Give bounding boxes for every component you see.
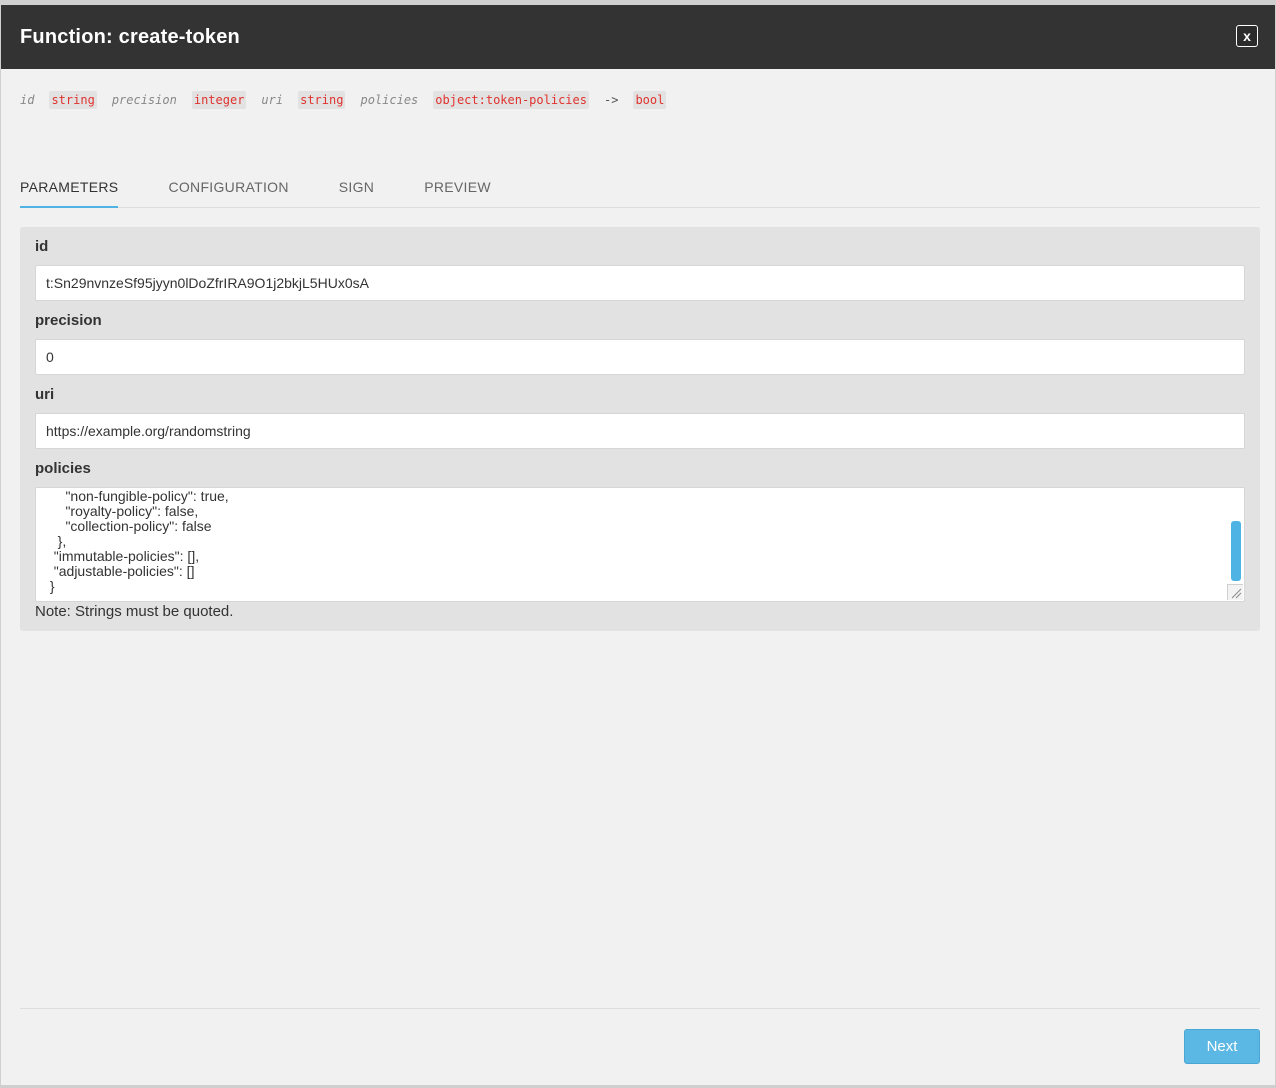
uri-input[interactable] (35, 413, 1245, 449)
param-name-uri: uri (261, 93, 284, 107)
tab-bar: PARAMETERS CONFIGURATION SIGN PREVIEW (20, 168, 1260, 208)
dialog-title: Function: create-token (20, 25, 240, 48)
parameters-panel: id precision uri policies "non-fungible-… (20, 227, 1260, 631)
tab-configuration[interactable]: CONFIGURATION (168, 168, 288, 206)
precision-label: precision (35, 312, 102, 329)
strings-note: Note: Strings must be quoted. (35, 603, 234, 620)
policies-line: "collection-policy": false (46, 518, 212, 534)
policies-line: "non-fungible-policy": true, (46, 488, 229, 504)
param-name-precision: precision (111, 93, 177, 107)
close-button[interactable]: x (1236, 25, 1258, 47)
uri-label: uri (35, 386, 55, 403)
param-name-id: id (20, 93, 35, 107)
tab-preview[interactable]: PREVIEW (424, 168, 491, 206)
policies-line: } (46, 578, 55, 594)
param-type-policies: object:token-policies (433, 91, 589, 109)
policies-text: "non-fungible-policy": true, "royalty-po… (36, 489, 229, 594)
policies-line: "immutable-policies": [], (46, 548, 200, 564)
return-arrow: -> (603, 93, 619, 107)
footer-divider (20, 1008, 1260, 1009)
function-dialog: Function: create-token x id string preci… (0, 5, 1276, 1085)
param-type-id: string (49, 91, 97, 109)
param-type-precision: integer (191, 91, 247, 109)
precision-input[interactable] (35, 339, 1245, 375)
id-input[interactable] (35, 265, 1245, 301)
id-label: id (35, 238, 49, 255)
param-name-policies: policies (360, 93, 419, 107)
policies-label: policies (35, 460, 91, 477)
next-button[interactable]: Next (1184, 1029, 1260, 1064)
dialog-header: Function: create-token x (1, 5, 1275, 69)
policies-line: }, (46, 533, 67, 549)
textarea-scrollbar[interactable] (1231, 521, 1241, 581)
tab-parameters[interactable]: PARAMETERS (20, 168, 119, 208)
function-signature: id string precision integer uri string p… (20, 91, 681, 109)
return-type: bool (633, 91, 667, 109)
policies-line: "royalty-policy": false, (46, 503, 199, 519)
tab-sign[interactable]: SIGN (339, 168, 374, 206)
param-type-uri: string (298, 91, 346, 109)
resize-handle-icon[interactable] (1227, 584, 1243, 600)
policies-textarea[interactable]: "non-fungible-policy": true, "royalty-po… (35, 487, 1245, 602)
policies-line: "adjustable-policies": [] (46, 563, 195, 579)
